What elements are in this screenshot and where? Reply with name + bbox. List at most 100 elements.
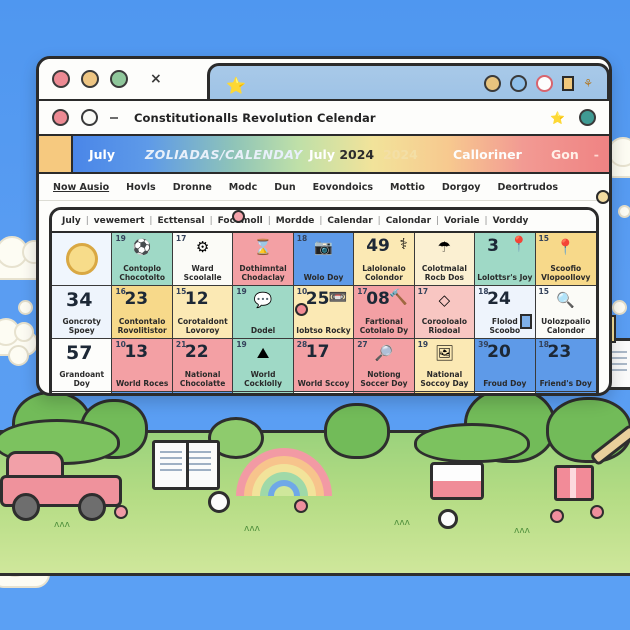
secondary-nav[interactable]: Now Ausio Hovls Dronne Modc Dun Eovondoi… (39, 174, 609, 201)
calendar-cell[interactable]: 27 🔎 Notiong Soccer Doy (354, 339, 415, 392)
cell-day-number: 13 (124, 342, 149, 362)
circle-icon[interactable] (484, 75, 502, 92)
cell-event-label: Lolottsr's Joy (477, 273, 533, 282)
calendar-cell[interactable]: 15 🔍 Uolozpoalio Calondor (535, 286, 596, 339)
nav-item-0[interactable]: Now Ausio (53, 182, 109, 193)
calendar-cell[interactable]: 10 13 World Roces (112, 339, 173, 392)
cell-day-number: 57 (66, 342, 93, 364)
back-button[interactable] (52, 109, 69, 126)
record-icon[interactable] (536, 75, 554, 92)
forward-button[interactable] (81, 109, 98, 126)
calendar-cell[interactable]: 3826Gondoms Doy (535, 392, 596, 393)
breadcrumb-item-5[interactable]: Calendar (327, 216, 372, 226)
calendar-cell[interactable]: 57 Grandoant Doy (52, 339, 113, 392)
cell-superscript: 20 (236, 393, 246, 396)
close-window-button[interactable] (52, 70, 70, 88)
calendar-cell[interactable]: 19 ⛰ World Cocklolly (233, 339, 294, 392)
calendar-cell[interactable]: 28 17 World Sccoy (293, 339, 355, 392)
envelope-icon (430, 462, 484, 500)
calendar-cell[interactable]: 26🎈Guodos Doy (475, 392, 536, 393)
calendar-cell[interactable]: 19 ⚽ Contoplo Chocotolto (112, 233, 173, 286)
calendar-cell[interactable]: 19 💬 Dodel (233, 286, 294, 339)
nav-item-3[interactable]: Modc (229, 182, 257, 193)
cell-glyph-icon: 🖼 (434, 344, 454, 362)
calendar-cell[interactable]: 15 📍 Scoofio Vlopoollovy (535, 233, 596, 286)
breadcrumb[interactable]: July | vewemert | Ecttensal | Focemoll |… (52, 210, 596, 231)
circle-icon[interactable] (510, 75, 528, 92)
band-year: 2024 (339, 146, 375, 162)
nav-item-6[interactable]: Mottio (390, 182, 425, 193)
reload-icon[interactable] (110, 116, 118, 119)
browser-tab-active[interactable]: ⭐ ⚘ (207, 63, 609, 104)
calendar-cell[interactable] (52, 233, 113, 286)
cell-event-label: National Chocolatte (179, 370, 226, 388)
cell-glyph-icon: ◇ (438, 291, 451, 309)
breadcrumb-item-7[interactable]: Voriale (444, 216, 479, 226)
gift-icon (554, 465, 594, 501)
calendar-cell[interactable]: 1927Gotngronts Soccoy (112, 392, 173, 393)
calendar-cell[interactable]: 15 12 Corotaldont Lovoroy (172, 286, 234, 339)
cell-event-label: Uolozpoalio Calondor (541, 317, 591, 335)
calendar-cell[interactable]: ⌛ Dothimntal Chodaclay (233, 233, 294, 286)
close-tab-button[interactable]: × (150, 71, 162, 87)
calendar-cell[interactable]: 39Gandols DOoy (52, 392, 113, 393)
calendar-cell[interactable]: 49 ⚕ Lalolonalo Colondor (354, 233, 415, 286)
nav-item-7[interactable]: Dorgoy (442, 182, 481, 193)
breadcrumb-item-0[interactable]: July (62, 216, 81, 226)
breadcrumb-item-2[interactable]: Ecttensal (157, 216, 204, 226)
breadcrumb-item-1[interactable]: vewemert (94, 216, 145, 226)
calendar-cell[interactable]: 20☁Grodaloh Doy (233, 392, 294, 396)
person-icon[interactable]: ⚘ (583, 77, 593, 90)
star-icon[interactable]: ⭐ (550, 111, 565, 125)
nav-item-5[interactable]: Eovondoics (313, 182, 373, 193)
breadcrumb-item-4[interactable]: Mordde (276, 216, 315, 226)
nav-item-8[interactable]: Deortrudos (498, 182, 559, 193)
breadcrumb-separator: | (319, 215, 323, 226)
cell-glyph-icon: ☂ (437, 238, 452, 256)
tab-bar-icon-group[interactable]: ⚘ (484, 75, 593, 92)
ball-icon (208, 491, 230, 513)
calendar-cell[interactable]: 34 Goncroty Spoey (52, 286, 113, 339)
window-controls[interactable] (39, 70, 128, 88)
calendar-grid[interactable]: 19 ⚽ Contoplo Chocotolto 17 ⚙ Ward Scoolalle ⌛… (52, 231, 596, 396)
breadcrumb-item-6[interactable]: Calondar (386, 216, 431, 226)
cell-glyph-icon: ⚽ (132, 238, 152, 256)
bookmark-icon (520, 314, 532, 329)
cell-event-label: Dothimntal Chodaclay (239, 264, 287, 282)
cell-event-label: Froud Doy (483, 379, 527, 388)
cell-event-label: Grandoant Doy (59, 370, 105, 388)
calendar-cell[interactable]: 19 🖼 National Soccoy Day (414, 339, 476, 392)
calendar-cell[interactable]: 23☁Friond Doy (293, 392, 355, 393)
calendar-cell[interactable]: 17 ⚙ Ward Scoolalle (172, 233, 234, 286)
cell-glyph-icon: ⛰ (256, 344, 270, 362)
cell-glyph-icon: 📷 (314, 238, 333, 256)
calendar-cell[interactable]: 18 23 Friend's Doy (535, 339, 596, 392)
cell-day-number: 34 (66, 289, 93, 311)
calendar-cell[interactable]: 17 ◇ Corooloalo Riodoal (414, 286, 476, 339)
page-title[interactable]: Constitutionalls Revolution Celendar (134, 111, 376, 125)
calendar-cell[interactable]: 16◦Soltovomlo Socnoropcoo to Doy (172, 392, 234, 393)
nav-item-2[interactable]: Dronne (173, 182, 212, 193)
minimize-window-button[interactable] (81, 70, 99, 88)
address-bar[interactable]: Constitutionalls Revolution Celendar ⭐ (39, 99, 609, 134)
calendar-cell[interactable]: 21 22 National Chocolatte (172, 339, 234, 392)
calendar-cell[interactable]: 58🎂Vooronal (354, 392, 415, 393)
cell-glyph-icon: 📍 (509, 235, 529, 253)
calendar-cell[interactable]: ☂ Colotmalal Rocb Dos (414, 233, 476, 286)
nav-item-4[interactable]: Dun (274, 182, 295, 193)
calendar-cell[interactable]: 16 23 Contontalo Rovolitistor (112, 286, 173, 339)
calendar-cell[interactable]: 18 📷 Wolo Doy (293, 233, 355, 286)
cell-event-label: Dodel (250, 326, 276, 335)
address-bar-actions[interactable]: ⭐ (550, 109, 596, 126)
account-icon[interactable] (579, 109, 596, 126)
calendar-cell[interactable]: 18 24 Flolod Scoobo (475, 286, 536, 339)
calendar-cell[interactable]: 3 📍 Lolottsr's Joy (475, 233, 536, 286)
calendar-cell[interactable]: 17 08 🔨 Fartional Cotolalo Dy (354, 286, 415, 339)
nav-controls[interactable] (39, 109, 118, 126)
breadcrumb-item-8[interactable]: Vorddy (493, 216, 529, 226)
maximize-window-button[interactable] (110, 70, 128, 88)
calendar-cell[interactable]: 26⛺Grodoto Clordor (414, 392, 476, 393)
nav-item-1[interactable]: Hovls (126, 182, 156, 193)
bookmark-icon[interactable] (562, 76, 575, 91)
calendar-cell[interactable]: 39 20 Froud Doy (475, 339, 536, 392)
